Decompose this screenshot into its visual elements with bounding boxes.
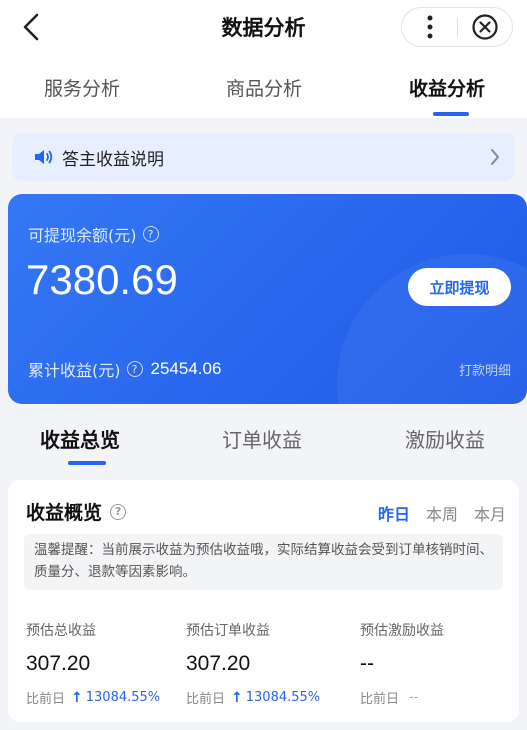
more-button[interactable] [402,8,457,46]
analysis-tabs: 服务分析 商品分析 收益分析 [0,56,527,118]
metric-compare: 比前日 ↑ 13084.55% [26,688,161,708]
metric-value: 307.20 [26,652,91,675]
close-button[interactable] [458,8,512,46]
metric-label: 预估订单收益 [186,623,270,639]
help-icon[interactable]: ? [142,226,159,242]
speaker-icon [35,150,53,164]
metric-compare: 比前日 -- [360,688,444,707]
arrow-up-icon: ↑ [71,689,83,706]
overview-title-text: 收益概览 [26,502,103,524]
more-dots-icon [427,15,432,39]
period-this-week[interactable]: 本周 [426,501,458,525]
notice-text: 答主收益说明 [62,149,164,170]
tab-revenue-overview[interactable]: 收益总览 [40,424,120,453]
compare-label: 比前日 [186,692,226,707]
active-sub-tab-indicator [68,461,106,465]
compare-label: 比前日 [26,692,66,707]
payment-detail-link[interactable]: 打款明细 [459,360,511,379]
tab-revenue-analysis[interactable]: 收益分析 [409,74,485,101]
cumulative-revenue-value: 25454.06 [150,359,222,378]
metric-value: -- [360,652,374,675]
tab-order-revenue[interactable]: 订单收益 [222,424,302,453]
compare-label: 比前日 [360,692,400,707]
balance-card: 可提现余额(元) ? 7380.69 立即提现 累计收益(元) ? 25454.… [8,194,527,404]
arrow-up-icon: ↑ [231,689,243,706]
help-icon[interactable]: ? [110,503,127,520]
revenue-overview-card: 收益概览 ? 昨日 本周 本月 温馨提醒：当前展示收益为预估收益哦，实际结算收益… [8,480,519,722]
metric-label: 预估激励收益 [360,623,444,639]
metric-label: 预估总收益 [26,623,96,639]
cumulative-revenue: 累计收益(元) ? 25454.06 [28,357,221,381]
period-yesterday[interactable]: 昨日 [378,501,410,525]
withdrawable-balance-label: 可提现余额(元) ? [28,222,159,246]
chevron-right-icon [491,149,499,165]
close-circle-icon [472,14,498,40]
change-percent: -- [409,690,419,705]
metric-estimated-order: 预估订单收益 307.20 比前日 ↑ 13084.55% [186,620,320,707]
tab-product-analysis[interactable]: 商品分析 [226,74,302,101]
period-this-month[interactable]: 本月 [474,501,506,525]
cumulative-revenue-label: 累计收益(元) [28,361,121,380]
mini-program-capsule [401,7,513,47]
revenue-sub-tabs: 收益总览 订单收益 激励收益 [0,410,527,472]
metric-estimated-incentive: 预估激励收益 -- 比前日 -- [360,620,444,707]
active-tab-indicator [433,112,469,116]
metric-value: 307.20 [186,652,251,675]
withdraw-button[interactable]: 立即提现 [408,268,511,306]
top-bar: 数据分析 [0,0,527,56]
revenue-notice-bar[interactable]: 答主收益说明 [12,133,515,181]
withdrawable-balance-label-text: 可提现余额(元) [28,226,137,245]
overview-title: 收益概览 ? [26,498,127,525]
metric-compare: 比前日 ↑ 13084.55% [186,688,321,708]
reminder-tip: 温馨提醒：当前展示收益为预估收益哦，实际结算收益会受到订单核销时间、质量分、退款… [24,534,503,590]
help-icon[interactable]: ? [126,361,143,377]
change-percent: 13084.55% [245,690,321,705]
tab-service-analysis[interactable]: 服务分析 [44,74,120,101]
change-percent: 13084.55% [85,690,161,705]
tab-incentive-revenue[interactable]: 激励收益 [405,424,485,453]
withdrawable-balance-amount: 7380.69 [26,256,178,303]
metric-estimated-total: 预估总收益 307.20 比前日 ↑ 13084.55% [26,620,160,707]
